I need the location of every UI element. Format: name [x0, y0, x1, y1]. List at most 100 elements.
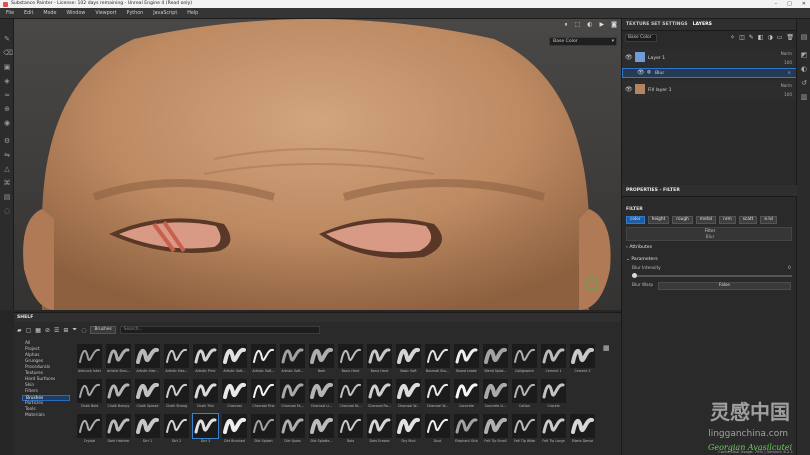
brushes-filter-tag[interactable]: Brushes	[90, 326, 116, 334]
log-icon[interactable]: ▥	[800, 93, 808, 101]
settings-icon[interactable]: ⚙	[3, 137, 11, 145]
brush-preset[interactable]: Charcoal Fine	[250, 379, 277, 411]
brush-preset[interactable]: Concrete	[453, 379, 480, 411]
render-icon[interactable]: ◐	[587, 21, 592, 31]
brush-preset[interactable]: Basic Hard	[366, 344, 393, 376]
brush-preset[interactable]: Charcoal Ni...	[337, 379, 364, 411]
brush-preset[interactable]: Dirt Splatte...	[308, 414, 335, 446]
layer-blend[interactable]: Norm	[781, 83, 792, 88]
refresh-icon[interactable]: ◌	[81, 327, 86, 334]
add-effect-icon[interactable]: ✧	[730, 34, 735, 41]
menu-window[interactable]: Window	[66, 11, 85, 16]
brush-preset[interactable]: Felt Tip Small	[482, 414, 509, 446]
brush-preset[interactable]: Charcoal	[221, 379, 248, 411]
parameters-section[interactable]: ⌄ Parameters	[626, 257, 658, 262]
brush-preset[interactable]: Calligraphic	[511, 344, 538, 376]
layers-icon[interactable]: ▤	[800, 33, 808, 41]
blur-intensity-value[interactable]: 0	[788, 266, 791, 271]
brush-preset[interactable]: Dirt 3	[192, 413, 219, 446]
brush-preset[interactable]: Chalk Strong	[163, 379, 190, 411]
hide-icon[interactable]: ⊘	[45, 327, 50, 334]
brush-preset[interactable]: Basmati Bru...	[424, 344, 451, 376]
polygon-fill-icon[interactable]: △	[3, 165, 11, 173]
brush-preset[interactable]: Dirt Brushed	[221, 414, 248, 446]
channel-metal-button[interactable]: metal	[695, 216, 717, 224]
brush-preset[interactable]: Dirt 2	[163, 414, 190, 446]
channel-color-button[interactable]: color	[626, 216, 645, 224]
maximize-icon[interactable]: □	[787, 0, 792, 8]
add-paint-layer-icon[interactable]: ✎	[749, 34, 754, 41]
layer-opacity[interactable]: 100	[784, 60, 792, 65]
brush-preset[interactable]: Artistic Print	[192, 344, 219, 376]
brush-preset[interactable]: Artistic Soft...	[250, 344, 277, 376]
add-smart-material-icon[interactable]: ◑	[767, 34, 772, 41]
add-mask-icon[interactable]: ◫	[739, 34, 745, 41]
3d-viewport[interactable]: ⏸ ⬚ ◐ ▶ ◙ Base Color ▾	[14, 19, 621, 310]
brush-preset[interactable]: Dots	[337, 414, 364, 446]
brush-preset[interactable]: Fibers Dense	[569, 414, 596, 446]
brush-preset[interactable]: Chalk Thin	[192, 379, 219, 411]
list-view-icon[interactable]: ☰	[54, 327, 59, 334]
brush-preset[interactable]: Dust	[424, 414, 451, 446]
tab-texture-set-settings[interactable]: TEXTURE SET SETTINGS	[626, 22, 688, 27]
video-icon[interactable]: ▶	[600, 21, 605, 31]
brush-preset[interactable]: Artistic Soft...	[279, 344, 306, 376]
brush-preset[interactable]: Artistic Hea...	[163, 344, 190, 376]
close-icon[interactable]: ✕	[787, 70, 791, 75]
delete-layer-icon[interactable]: 🗑	[786, 34, 794, 41]
brush-preset[interactable]: Dry Mud	[395, 414, 422, 446]
new-tab-icon[interactable]: ▢	[26, 327, 32, 334]
document-icon[interactable]: ▤	[3, 193, 11, 201]
smudge-icon[interactable]: ≈	[3, 91, 11, 99]
menu-viewport[interactable]: Viewport	[95, 11, 116, 16]
grid-view-icon[interactable]: ▦	[35, 327, 41, 334]
shelf-category-item[interactable]: Materials	[22, 413, 70, 419]
visibility-icon[interactable]: 👁	[637, 69, 645, 76]
filter-row[interactable]: 👁 ◍ Blur ✕	[622, 68, 797, 78]
menu-javascript[interactable]: JavaScript	[153, 11, 177, 16]
screenshot-icon[interactable]: ◙	[611, 21, 617, 31]
brush-preset[interactable]: Elephant Skin	[453, 414, 480, 446]
brush-preset[interactable]: Chalk Bold	[76, 379, 103, 411]
brush-preset[interactable]: Crackle	[540, 379, 567, 411]
brush-preset[interactable]: Dirt Spots	[279, 414, 306, 446]
brush-preset[interactable]: Cement 1	[540, 344, 567, 376]
filter-resource-picker[interactable]: Filter Blur	[626, 227, 792, 241]
brush-preset[interactable]: Basic Hard	[337, 344, 364, 376]
menu-python[interactable]: Python	[127, 11, 144, 16]
history-icon[interactable]: ↺	[800, 79, 808, 87]
paint-brush-icon[interactable]: ✎	[3, 35, 11, 43]
channel-nrm-button[interactable]: nrm	[719, 216, 736, 224]
brush-preset[interactable]: Felt Tip Large	[540, 414, 567, 446]
brush-preset[interactable]: Charcoal Li...	[308, 379, 335, 411]
tab-layers[interactable]: LAYERS	[693, 22, 712, 27]
brush-preset[interactable]: Charcoal W...	[395, 379, 422, 411]
camera-frame-icon[interactable]: ⬚	[575, 21, 581, 31]
add-folder-icon[interactable]: ▭	[777, 34, 783, 41]
channel-elvl-button[interactable]: e.lvl	[760, 216, 778, 224]
menu-mode[interactable]: Mode	[43, 11, 56, 16]
brush-preset[interactable]: Airbrush Inker	[76, 344, 103, 376]
viewport-channel-select[interactable]: Base Color ▾	[549, 37, 617, 46]
brush-preset[interactable]: Felt Tip Wide	[511, 414, 538, 446]
close-icon[interactable]: ✕	[802, 0, 806, 8]
layer-blend[interactable]: Norm	[781, 51, 792, 56]
brush-preset[interactable]: Charcoal Fa...	[279, 379, 306, 411]
add-fill-layer-icon[interactable]: ◧	[758, 34, 764, 41]
grid-size-icon[interactable]: ▦	[603, 344, 610, 352]
brush-preset[interactable]: Artistic Soft...	[221, 344, 248, 376]
minimize-icon[interactable]: –	[775, 0, 778, 8]
menu-file[interactable]: File	[6, 11, 14, 16]
brush-preset[interactable]: Bark	[308, 344, 335, 376]
geometry-decal-icon[interactable]: ◈	[3, 77, 11, 85]
brush-preset[interactable]: Concrete Li...	[482, 379, 509, 411]
brush-preset[interactable]: Cement 2	[569, 344, 596, 376]
visibility-icon[interactable]: 👁	[625, 86, 633, 93]
material-picker-icon[interactable]: ◉	[3, 119, 11, 127]
display-settings-icon[interactable]: ◐	[800, 65, 808, 73]
projection-icon[interactable]: ▣	[3, 63, 11, 71]
brush-preset[interactable]: Board snake	[453, 344, 480, 376]
brush-preset[interactable]: Dots Erased	[366, 414, 393, 446]
filter-icon[interactable]: ⏷	[72, 326, 77, 334]
layers-channel-select[interactable]: Base Color	[625, 34, 657, 42]
